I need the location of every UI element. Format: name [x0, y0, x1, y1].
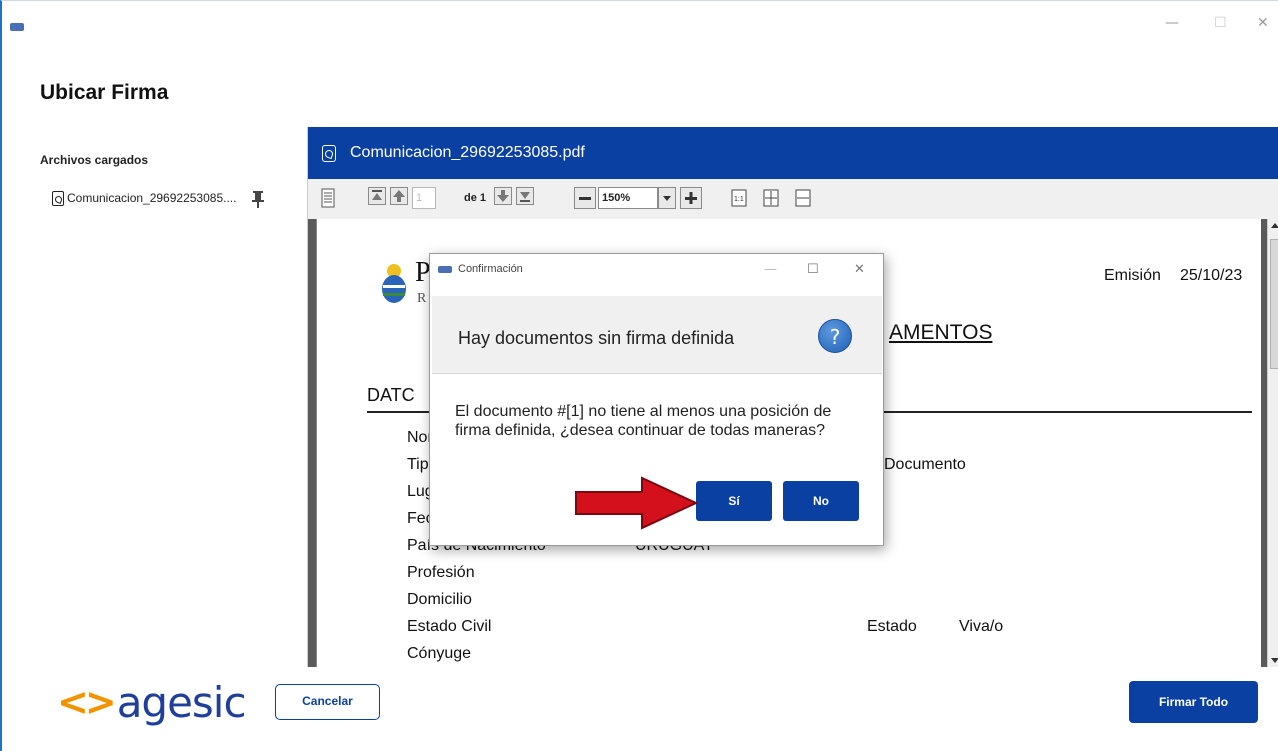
dialog-message: El documento #[1] no tiene al menos una …	[455, 403, 832, 439]
dialog-close-button[interactable]: ✕	[854, 262, 865, 277]
field-extra-label: Estado	[867, 618, 917, 635]
zoom-in-icon[interactable]	[680, 187, 702, 209]
viewer-filename: Comunicacion_29692253085.pdf	[350, 144, 585, 161]
pdf-icon	[52, 190, 64, 206]
zoom-select[interactable]: 150%	[598, 187, 658, 209]
emission-date: 25/10/23	[1180, 267, 1243, 284]
previous-page-icon[interactable]	[390, 187, 408, 205]
document-properties-icon[interactable]	[320, 187, 336, 209]
last-page-icon[interactable]	[516, 187, 534, 205]
field-extra-value: Viva/o	[959, 618, 1004, 635]
first-page-icon[interactable]	[368, 187, 386, 205]
fit-page-icon[interactable]	[762, 187, 780, 209]
agesic-logo: <> agesic	[57, 677, 247, 727]
viewer-toolbar: 1 de 1 150% 1:1	[308, 179, 1278, 219]
app-icon	[10, 23, 24, 31]
svg-text:1:1: 1:1	[734, 196, 744, 203]
file-list-item[interactable]: Comunicacion_29692253085....	[52, 187, 282, 209]
app-window: — ☐ ✕ Ubicar Firma Archivos cargados Com…	[0, 0, 1278, 751]
page-count-label: de 1	[463, 192, 486, 204]
fit-width-icon[interactable]	[794, 187, 812, 209]
section-heading: DATC	[367, 385, 415, 405]
red-arrow-annotation	[575, 476, 699, 530]
scroll-down-icon[interactable]	[1271, 658, 1278, 663]
vertical-scrollbar[interactable]	[1267, 219, 1278, 667]
logo-glyph: <>	[57, 680, 117, 724]
close-button[interactable]: ✕	[1257, 15, 1269, 31]
no-button[interactable]: No	[783, 481, 859, 521]
viewer-header: Comunicacion_29692253085.pdf	[308, 127, 1278, 179]
field-label: Tip	[407, 456, 429, 473]
file-name: Comunicacion_29692253085....	[67, 191, 237, 205]
title-bar: — ☐ ✕	[2, 1, 1278, 41]
dialog-title: Confirmación	[458, 263, 523, 275]
zoom-out-icon[interactable]	[574, 187, 596, 209]
question-icon: ?	[818, 319, 852, 353]
page-number-input[interactable]: 1	[412, 187, 436, 209]
dialog-title-bar: Confirmación — ☐ ✕	[430, 254, 883, 286]
field-label: Profesión	[407, 564, 475, 581]
page-title: Ubicar Firma	[40, 81, 169, 104]
scroll-up-icon[interactable]	[1271, 223, 1278, 228]
document-heading: AMENTOS	[889, 321, 993, 344]
pdf-icon	[322, 144, 336, 162]
dialog-heading: Hay documentos sin firma definida	[458, 328, 735, 348]
doc-letter-sub: R	[417, 291, 427, 306]
coat-of-arms-icon	[382, 264, 406, 303]
dialog-header: Hay documentos sin firma definida ?	[432, 296, 882, 374]
minimize-button[interactable]: —	[1165, 15, 1179, 31]
sign-all-button[interactable]: Firmar Todo	[1129, 681, 1258, 723]
field-extra-label: Documento	[884, 456, 966, 473]
maximize-button[interactable]: ☐	[1214, 15, 1227, 31]
field-label: Domicilio	[407, 591, 472, 608]
yes-button[interactable]: Sí	[696, 481, 772, 521]
next-page-icon[interactable]	[494, 187, 512, 205]
actual-size-icon[interactable]: 1:1	[730, 187, 748, 209]
zoom-dropdown-icon[interactable]	[658, 187, 676, 209]
field-label: Estado Civil	[407, 618, 492, 635]
cancel-button[interactable]: Cancelar	[275, 684, 380, 720]
dialog-maximize-button[interactable]: ☐	[807, 262, 819, 277]
logo-text: agesic	[116, 677, 247, 727]
field-label: Cónyuge	[407, 645, 472, 662]
files-label: Archivos cargados	[40, 153, 149, 167]
scrollbar-thumb[interactable]	[1270, 239, 1278, 369]
dialog-minimize-button[interactable]: —	[764, 262, 777, 277]
pin-icon[interactable]	[250, 190, 266, 208]
emission-label: Emisión	[1104, 267, 1161, 284]
app-icon	[438, 266, 452, 273]
